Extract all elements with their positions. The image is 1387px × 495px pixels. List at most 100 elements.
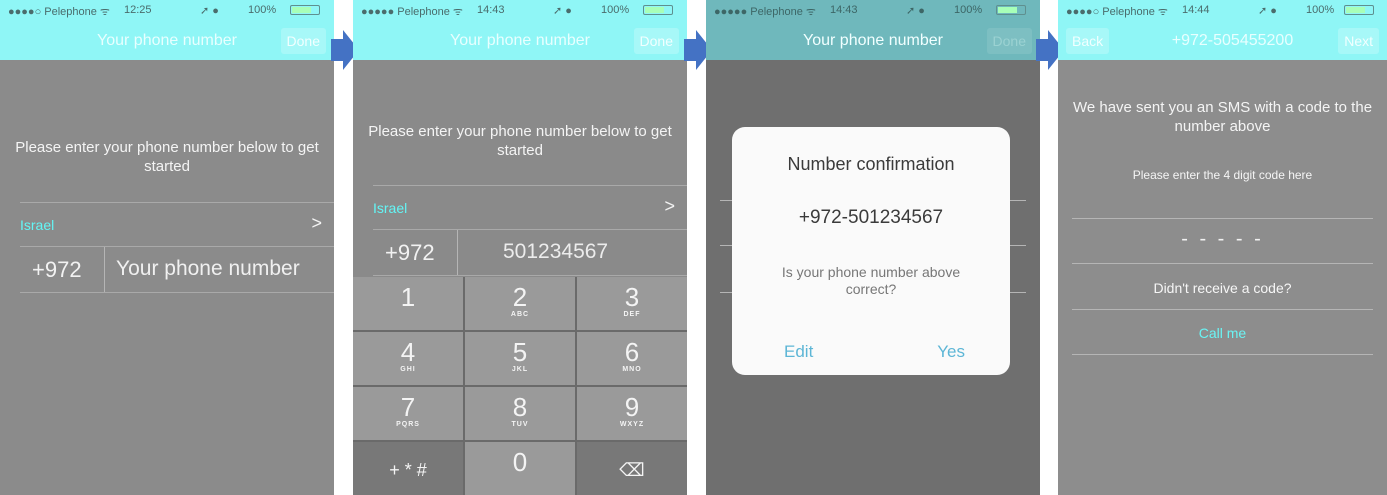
code-input[interactable]: - - - - - [1072,228,1373,258]
key-digit: 2 [512,282,528,312]
key-digit: 1 [400,282,416,312]
key-digit: 8 [512,392,528,422]
keypad-key[interactable]: 1 [353,277,463,330]
key-letters: JKL [511,366,529,373]
divider [1072,218,1373,219]
key-digit: 3 [624,282,640,312]
next-button[interactable]: Next [1338,28,1379,54]
key-letters: DEF [623,311,641,318]
key-letters: ABC [510,311,530,318]
code-hint: Please enter the 4 digit code here [1132,168,1313,182]
battery-icon [1344,5,1374,15]
clock: 14:43 [830,4,858,16]
battery-icon [996,5,1026,15]
carrier-label: ●●●●○ Pelephone ᯤ [1066,6,1168,18]
keypad-key[interactable]: 2 ABC [465,277,575,330]
clock: 14:43 [477,4,505,16]
yes-button[interactable]: Yes [937,342,965,362]
status-bar: ●●●●○ Pelephone ᯤ 14:44 ➚ ● 100% [1058,0,1387,20]
carrier-label: ●●●●● Pelephone ᯤ [714,6,816,18]
keypad-key[interactable]: 6 MNO [577,332,687,385]
done-button: Done [986,28,1032,54]
edit-button[interactable]: Edit [784,342,813,362]
clock: 14:44 [1182,4,1210,16]
key-letters: GHI [400,366,416,373]
country-label: Israel [373,200,408,216]
done-button[interactable]: Done [633,28,679,54]
divider [1072,309,1373,310]
nav-bar: Your phone number Done [0,20,334,60]
screen-confirm: ●●●●● Pelephone ᯤ 14:43 ➚ ● 100% Your ph… [706,0,1040,495]
keypad-key[interactable]: 9 WXYZ [577,387,687,440]
country-label: Israel [20,217,55,233]
dialog-title: Number confirmation [787,154,955,174]
location-icon: ➚ ● [553,5,572,17]
carrier-label: ●●●●● Pelephone ᯤ [361,6,463,18]
location-icon: ➚ ● [200,5,219,17]
call-me-button[interactable]: Call me [1058,325,1387,341]
confirmation-dialog: Number confirmation +972-501234567 Is yo… [732,127,1010,375]
divider [457,230,458,275]
backspace-key[interactable]: ⌫ [577,442,687,495]
country-selector[interactable]: Israel > [20,202,334,247]
key-letters: WXYZ [619,421,645,428]
key-digit: 9 [624,392,640,422]
status-bar: ●●●●○ Pelephone ᯤ 12:25 ➚ ● 100% [0,0,334,20]
battery-percent: 100% [248,4,277,16]
key-digit: 5 [512,337,528,367]
dial-code[interactable]: +972 [32,257,82,283]
sms-sent-text: We have sent you an SMS with a code to t… [1072,99,1373,135]
carrier-label: ●●●●○ Pelephone ᯤ [8,6,110,18]
prompt-text: Please enter your phone number below to … [368,123,672,159]
backspace-icon: ⌫ [619,460,645,480]
key-digit: + * # [389,460,427,480]
phone-row: +972 [20,247,334,293]
battery-icon [290,5,320,15]
nav-bar: Your phone number Done [706,20,1040,60]
key-letters: PQRS [396,421,420,428]
battery-icon [643,5,673,15]
divider [1072,354,1373,355]
status-bar: ●●●●● Pelephone ᯤ 14:43 ➚ ● 100% [353,0,687,20]
dialog-question: Is your phone number above correct? [781,264,961,297]
keypad-key[interactable]: 3 DEF [577,277,687,330]
divider [1072,263,1373,264]
keypad-key[interactable]: 4 GHI [353,332,463,385]
divider [104,247,105,292]
chevron-right-icon: > [664,196,675,216]
phone-row: +972 501234567 [373,230,687,276]
clock: 12:25 [124,4,152,16]
screen-enter-number: ●●●●○ Pelephone ᯤ 12:25 ➚ ● 100% Your ph… [0,0,334,495]
key-digit: 4 [400,337,416,367]
onboarding-flow: ●●●●○ Pelephone ᯤ 12:25 ➚ ● 100% Your ph… [0,0,1387,495]
battery-percent: 100% [601,4,630,16]
keypad-key[interactable]: 0 [465,442,575,495]
done-button[interactable]: Done [280,28,326,54]
phone-input[interactable]: 501234567 [503,240,687,264]
key-letters: MNO [622,366,642,373]
key-letters: TUV [511,421,529,428]
battery-percent: 100% [954,4,983,16]
chevron-right-icon: > [311,213,322,233]
keypad-key[interactable]: + * # [353,442,463,495]
key-digit: 7 [400,392,416,422]
dial-code[interactable]: +972 [385,240,435,266]
keypad-key[interactable]: 7 PQRS [353,387,463,440]
key-digit: 0 [512,447,528,477]
location-icon: ➚ ● [1258,5,1277,17]
screen-verify-code: ●●●●○ Pelephone ᯤ 14:44 ➚ ● 100% Back +9… [1058,0,1387,495]
country-selector[interactable]: Israel > [373,185,687,230]
screen-keypad: ●●●●● Pelephone ᯤ 14:43 ➚ ● 100% Your ph… [353,0,687,495]
keypad-key[interactable]: 8 TUV [465,387,575,440]
resend-text: Didn't receive a code? [1153,280,1292,296]
phone-input[interactable] [116,257,334,281]
keypad-key[interactable]: 5 JKL [465,332,575,385]
status-bar: ●●●●● Pelephone ᯤ 14:43 ➚ ● 100% [706,0,1040,20]
numeric-keypad: 1 2 ABC 3 DEF 4 GHI 5 JKL 6 MNO 7 PQRS 8 TUV 9 WXYZ + * #… [353,277,687,495]
key-digit: 6 [624,337,640,367]
prompt-text: Please enter your phone number below to … [15,139,319,175]
location-icon: ➚ ● [906,5,925,17]
nav-bar: Back +972-505455200 Next [1058,20,1387,60]
dialog-number: +972-501234567 [798,207,944,228]
nav-bar: Your phone number Done [353,20,687,60]
